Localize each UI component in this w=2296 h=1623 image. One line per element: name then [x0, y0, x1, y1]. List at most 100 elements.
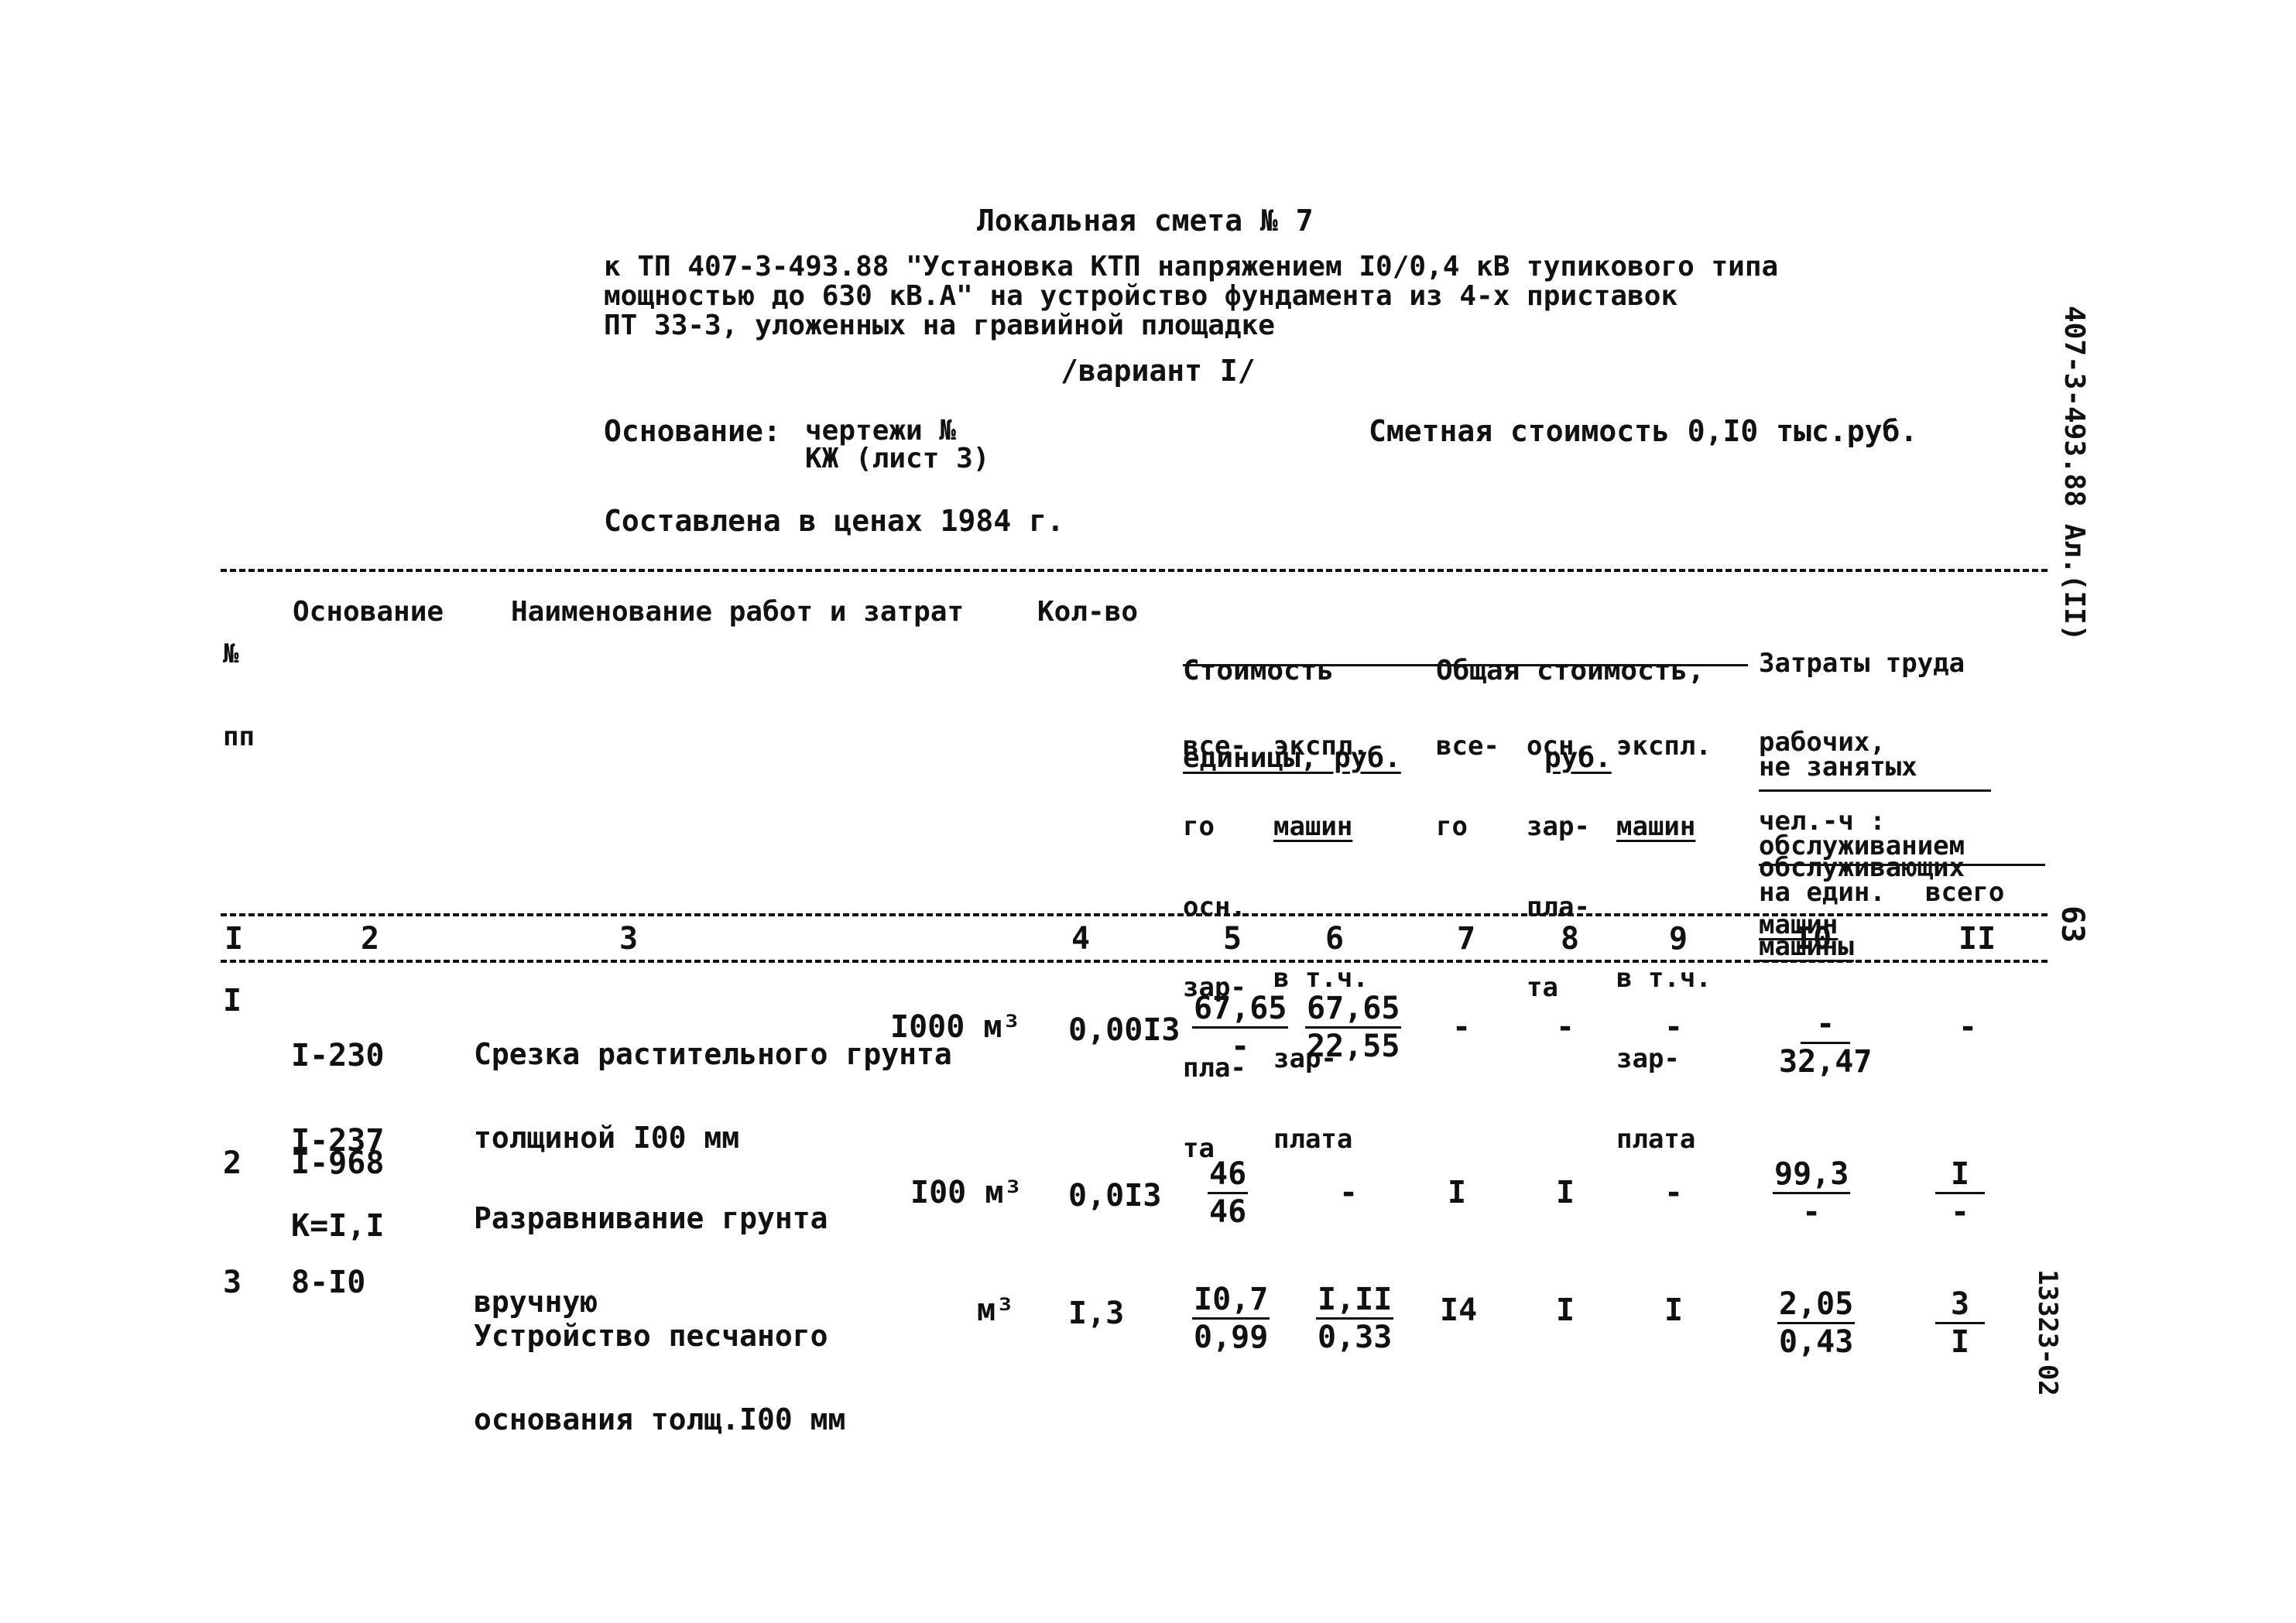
value-top: 99,3 [1773, 1156, 1851, 1194]
row-unit: I00 м³ [910, 1175, 1023, 1210]
column-number: 5 [1223, 921, 1242, 957]
row-qty: I,3 [1068, 1296, 1125, 1331]
row-basis: I-968 [291, 1145, 385, 1181]
row-name: Устройство песчаного основания толщ.I00 … [474, 1266, 845, 1490]
row-qty: 0,0I3 [1068, 1178, 1162, 1214]
header-sub-line: та [1527, 972, 1558, 1004]
value-top: 46 [1208, 1156, 1249, 1194]
row-basis: I-230 I-237 К=I,I [291, 984, 384, 1298]
basis-drawings-line1: чертежи № [805, 415, 957, 447]
row-number: 2 [223, 1145, 242, 1181]
row-total-all: I [1448, 1175, 1467, 1210]
row-labor-per-unit: - 32,47 [1779, 1006, 1872, 1080]
basis-label: Основание: [604, 414, 781, 448]
header-sub-line: все- [1183, 731, 1246, 762]
row-basis: 8-I0 [291, 1265, 366, 1300]
header-sub-line: машин [1273, 811, 1353, 843]
row-total-machines: I [1664, 1293, 1684, 1328]
basis-drawings-line2: КЖ (лист 3) [805, 443, 990, 474]
header-sub-line: го [1436, 811, 1468, 843]
value-bottom: 0,43 [1779, 1324, 1854, 1360]
row-number: 3 [223, 1265, 242, 1300]
header-sub-line: осн. [1183, 892, 1246, 923]
column-number: I0 [1794, 921, 1832, 957]
value-top: 3 [1935, 1286, 1985, 1324]
subtitle-line-3: ПТ 33-3, уложенных на гравийной площадке [604, 310, 1275, 341]
header-qty: Кол-во [1037, 596, 1139, 628]
value-top: - [1801, 1006, 1851, 1044]
header-sub-line: не занятых [1759, 752, 1917, 782]
column-number: 8 [1561, 921, 1580, 957]
prices-year: Составлена в ценах 1984 г. [604, 504, 1064, 538]
value-top: I,II [1316, 1282, 1394, 1320]
header-sub-line: пла- [1527, 892, 1590, 923]
document-title: Локальная смета № 7 [977, 204, 1314, 238]
header-num-line: пп [223, 721, 255, 753]
row-total-all: I4 [1440, 1293, 1478, 1328]
header-sub-line: осн. [1527, 731, 1590, 762]
subtitle-line-2: мощностью до 630 кВ.А" на устройство фун… [604, 280, 1678, 312]
name-line: Разравнивание грунта [474, 1201, 828, 1236]
basis-line: К=I,I [291, 1208, 385, 1245]
value-bottom: - [1231, 1029, 1250, 1064]
value-top: 67,65 [1305, 991, 1402, 1029]
row-unit-cost-total: 67,65 - [1192, 991, 1289, 1064]
row-qty: 0,00I3 [1068, 1012, 1181, 1048]
row-labor-total: I - [1935, 1156, 1985, 1230]
header-total-wage: осн. зар- пла- та [1527, 680, 1590, 1055]
name-line: Срезка растительного грунта [474, 1037, 952, 1072]
row-unit-cost-machines: 67,65 22,55 [1305, 991, 1402, 1064]
unit-total-cost-divider [1183, 664, 1748, 666]
labor-divider-2 [1759, 864, 2045, 866]
value-bottom: - [1950, 1194, 1970, 1230]
header-sub-line: в т.ч. [1273, 962, 1369, 994]
header-sub-line: все- [1436, 731, 1499, 762]
column-number: 2 [361, 921, 380, 957]
value-bottom: I [1950, 1324, 1970, 1360]
header-sub-line: зар- [1616, 1043, 1680, 1074]
row-number: I [223, 983, 242, 1019]
column-number: II [1958, 921, 1996, 957]
row-labor-total: - [1958, 1009, 1978, 1045]
row-unit: I000 м³ [890, 1009, 1021, 1045]
value-top: 2,05 [1777, 1286, 1856, 1324]
name-line: основания толщ.I00 мм [474, 1402, 846, 1437]
column-number: 3 [619, 921, 639, 957]
header-labor-total: всего [1925, 877, 2005, 908]
value-top: I [1935, 1156, 1985, 1194]
value-bottom: 32,47 [1779, 1044, 1873, 1080]
value-bottom: 22,55 [1307, 1029, 1400, 1064]
row-unit-cost-total: 46 46 [1208, 1156, 1249, 1230]
variant-label: /вариант I/ [1061, 354, 1256, 388]
column-number: 9 [1669, 921, 1688, 957]
header-sub-line: машины [1759, 931, 1854, 962]
header-total-all: все- го [1436, 680, 1499, 894]
row-total-wage: I [1556, 1175, 1575, 1210]
value-bottom: - [1802, 1194, 1821, 1230]
header-sub-line: машин [1616, 811, 1696, 843]
value-bottom: 0,99 [1194, 1320, 1269, 1355]
value-top: 67,65 [1192, 991, 1289, 1029]
header-sub-line: плата [1273, 1123, 1353, 1155]
row-labor-total: 3 I [1935, 1286, 1985, 1360]
estimated-cost: Сметная стоимость 0,I0 тыс.руб. [1369, 414, 1918, 448]
row-total-machines: - [1664, 1009, 1684, 1045]
row-unit-cost-total: I0,7 0,99 [1192, 1282, 1270, 1355]
value-bottom: 46 [1209, 1194, 1247, 1230]
header-num-line: № [223, 639, 239, 670]
header-sub-line: экспл. [1273, 731, 1369, 762]
header-labor-line: Затраты труда [1759, 648, 1965, 679]
row-total-wage: I [1556, 1293, 1575, 1328]
value-top: I0,7 [1192, 1282, 1270, 1320]
row-unit-cost-machines: - [1339, 1175, 1359, 1210]
row-total-machines: - [1664, 1175, 1684, 1210]
column-number: 4 [1071, 921, 1091, 957]
header-sub-line: зар- [1527, 811, 1590, 843]
column-number: I [224, 921, 244, 957]
row-total-all: - [1452, 1009, 1472, 1045]
header-unit-cost-machines: экспл. машин в т.ч. зар- плата [1273, 680, 1369, 1207]
basis-line: I-230 [291, 1037, 385, 1073]
row-labor-per-unit: 99,3 - [1773, 1156, 1851, 1230]
row-unit: м³ [977, 1293, 1015, 1328]
header-basis: Основание [293, 596, 444, 628]
